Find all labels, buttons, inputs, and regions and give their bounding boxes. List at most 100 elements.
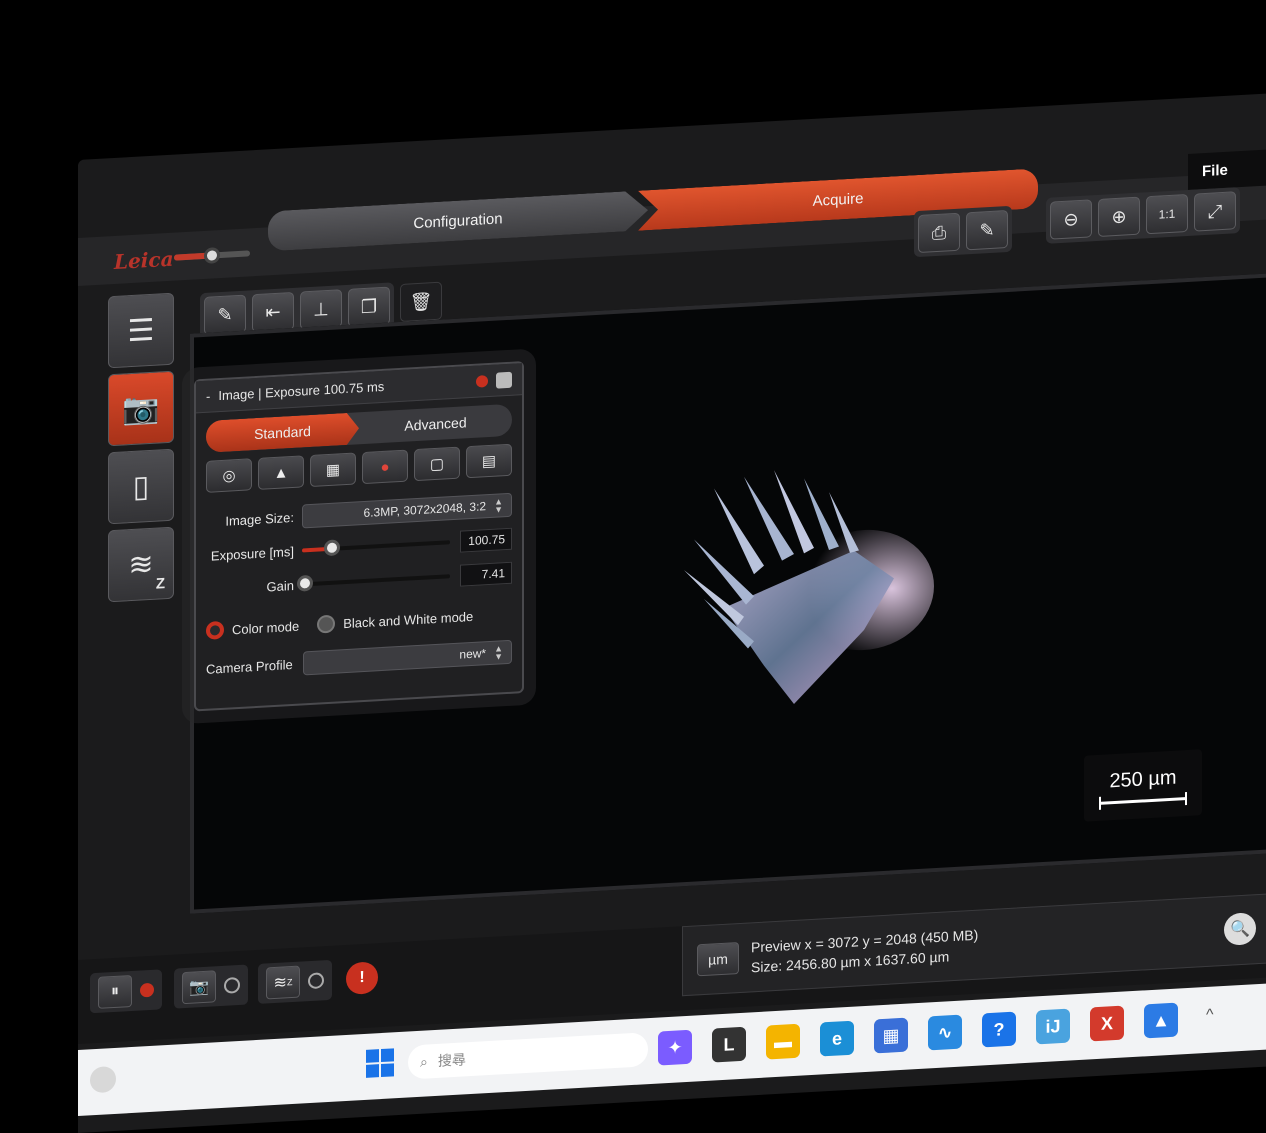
collapse-button[interactable]: - — [206, 389, 210, 404]
storage-icon: ▯ — [132, 469, 150, 504]
trash-icon: 🗑 — [409, 290, 433, 312]
photos-icon[interactable]: ▲ — [1144, 1002, 1178, 1039]
zoom-toolbar: ⊖ ⊕ 1:1 ⤢ — [1046, 187, 1240, 244]
annotate-icon: ✎ — [217, 303, 233, 325]
taskbar-search[interactable]: ⌕ 搜尋 — [408, 1032, 648, 1080]
file-menu[interactable]: File — [1188, 148, 1266, 190]
color-mode-radio[interactable] — [206, 620, 224, 640]
zoom-in-button[interactable]: ⊕ — [1098, 196, 1140, 237]
copy-button[interactable]: ❐ — [348, 286, 390, 327]
tab-standard[interactable]: Standard — [206, 412, 359, 453]
imagej-icon[interactable]: iJ — [1036, 1008, 1070, 1045]
taskbar-apps: ✦ L ▬ e ▦ ∿? iJ X ▲ — [658, 1002, 1178, 1066]
widgets-icon[interactable] — [90, 1065, 116, 1094]
exposure-label: Exposure [ms] — [210, 543, 294, 564]
exposure-slider-knob[interactable] — [323, 539, 340, 557]
status-panel: µm Preview x = 3072 y = 2048 (450 MB) Si… — [682, 892, 1266, 997]
bw-mode-radio[interactable] — [317, 614, 336, 634]
tray-chevron-icon[interactable]: ^ — [1206, 1007, 1214, 1025]
fit-screen-button[interactable]: ⤢ — [1194, 191, 1236, 232]
camera-tab[interactable]: 📷 — [108, 370, 174, 447]
capture-controls: 📷 — [174, 964, 248, 1009]
actual-size-button[interactable]: 1:1 — [1146, 193, 1188, 235]
zoom-out-icon: ⊖ — [1063, 208, 1079, 230]
storage-tab[interactable]: ▯ — [108, 448, 174, 525]
app-l-icon[interactable]: L — [712, 1026, 746, 1063]
exposure-input[interactable]: 100.75 — [460, 527, 512, 553]
leica-logo: Leica — [114, 246, 174, 274]
panel-title: Image | Exposure 100.75 ms — [218, 378, 385, 404]
zstack-controls: ≋ Z — [258, 959, 332, 1004]
unit-button[interactable]: µm — [697, 942, 739, 977]
help-icon[interactable]: ? — [982, 1011, 1016, 1048]
zstack-capture-button[interactable]: ≋ Z — [266, 965, 300, 1000]
trash-button[interactable]: 🗑 — [400, 281, 442, 322]
stamp-button[interactable]: ⊥ — [300, 289, 342, 330]
scale-bar: 250 µm — [1084, 749, 1202, 822]
file-explorer-icon[interactable]: ▬ — [766, 1023, 800, 1060]
search-icon: ⌕ — [420, 1052, 428, 1070]
white-balance-button[interactable]: ◎ — [206, 458, 252, 493]
x-app-icon[interactable]: X — [1090, 1005, 1124, 1042]
grid-icon: ▦ — [325, 461, 341, 480]
annotate-button[interactable]: ✎ — [204, 294, 246, 335]
project-tab[interactable]: ☰ — [108, 292, 174, 369]
camera-icon: 📷 — [122, 390, 160, 427]
edit-icon[interactable] — [496, 371, 512, 389]
gain-label: Gain — [266, 577, 294, 594]
camera-profile-label: Camera Profile — [206, 656, 293, 677]
monitor-app-icon[interactable]: ∿ — [928, 1014, 962, 1051]
camera-profile-value: new* — [459, 646, 487, 662]
monitor-screen: Leica Configuration Acquire File ⎙ ✎ ⊖ ⊕ 1:… — [78, 93, 1266, 1133]
capture-button[interactable]: 📷 — [182, 970, 216, 1005]
start-icon[interactable] — [366, 1048, 394, 1078]
pause-button[interactable]: ⏸ — [98, 974, 132, 1009]
spinner-icon: ▲ ▼ — [494, 643, 503, 662]
print-button[interactable]: ⎙ — [918, 212, 960, 254]
histogram-button[interactable]: ▲ — [258, 455, 304, 490]
settings-sheet-button[interactable]: ▤ — [466, 443, 512, 479]
gain-input[interactable]: 7.41 — [460, 561, 512, 587]
grid-button[interactable]: ▦ — [310, 452, 356, 488]
record-icon[interactable] — [140, 982, 154, 998]
zstack-option-icon[interactable] — [308, 972, 324, 990]
brightness-icon: ▢ — [429, 455, 445, 474]
color-mode-label: Color mode — [232, 618, 300, 637]
zstack-badge: Z — [286, 977, 293, 988]
exposure-slider[interactable] — [302, 539, 450, 557]
image-size-label: Image Size: — [225, 509, 294, 529]
image-size-value: 6.3MP, 3072x2048, 3:2 — [363, 499, 487, 521]
copilot-icon[interactable]: ✦ — [658, 1029, 692, 1066]
tab-advanced[interactable]: Advanced — [359, 404, 512, 445]
z-stack-tab[interactable]: ≋ Z — [108, 526, 174, 603]
brightness-button[interactable]: ▢ — [414, 446, 460, 482]
scale-bar-line — [1099, 796, 1187, 805]
zstack-icon: ≋ — [273, 974, 287, 993]
gain-slider[interactable] — [296, 574, 450, 592]
alert-icon[interactable] — [476, 374, 488, 388]
warning-icon[interactable]: ! — [346, 961, 378, 996]
actual-size-icon: 1:1 — [1158, 206, 1176, 222]
specimen-image — [684, 470, 934, 704]
report-button[interactable]: ✎ — [966, 210, 1008, 251]
search-placeholder: 搜尋 — [437, 1051, 466, 1069]
zoom-out-button[interactable]: ⊖ — [1050, 199, 1092, 240]
capture-option-icon[interactable] — [224, 976, 240, 994]
gain-slider-knob[interactable] — [296, 574, 313, 592]
edge-icon[interactable]: e — [820, 1020, 854, 1057]
store-icon[interactable]: ▦ — [874, 1017, 908, 1054]
measure-button[interactable]: ⇤ — [252, 291, 294, 333]
color-icon: ● — [380, 458, 390, 476]
stamp-icon: ⊥ — [313, 298, 329, 320]
status-text: Preview x = 3072 y = 2048 (450 MB) Size:… — [751, 925, 978, 978]
fit-screen-icon: ⤢ — [1207, 200, 1223, 222]
exposure-panel: - Image | Exposure 100.75 ms Standard Ad… — [194, 361, 524, 712]
output-toolbar: ⎙ ✎ — [914, 205, 1012, 258]
histogram-icon: ▲ — [273, 463, 289, 482]
workflow-sidebar: ☰ 📷 ▯ ≋ Z — [108, 292, 178, 606]
settings-sheet-icon: ▤ — [481, 452, 497, 471]
color-button[interactable]: ● — [362, 449, 408, 485]
live-controls: ⏸ — [90, 969, 162, 1014]
camera-profile-select[interactable]: new* ▲ ▼ — [302, 639, 512, 676]
report-icon: ✎ — [979, 219, 995, 241]
